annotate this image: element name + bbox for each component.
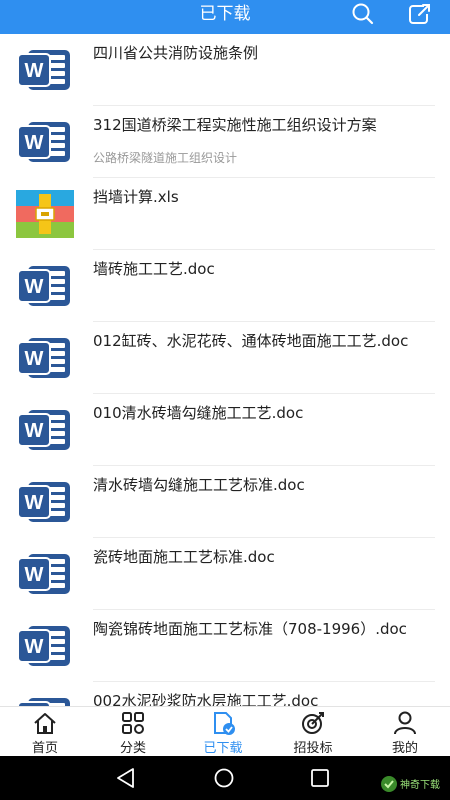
file-title: 墙砖施工工艺.doc — [93, 260, 215, 278]
tab-downloaded[interactable]: 已下载 — [178, 707, 268, 757]
file-title: 挡墙计算.xls — [93, 188, 179, 206]
svg-text:W: W — [25, 420, 44, 442]
svg-text:W: W — [25, 60, 44, 82]
tab-category[interactable]: 分类 — [88, 707, 178, 757]
tab-label: 已下载 — [203, 741, 243, 756]
tab-label: 我的 — [391, 741, 418, 756]
file-title: 010清水砖墙勾缝施工工艺.doc — [93, 404, 304, 422]
svg-text:W: W — [25, 348, 44, 370]
list-item[interactable]: W 010清水砖墙勾缝施工工艺.doc — [0, 394, 450, 466]
downloaded-file-list[interactable]: W 四川省公共消防设施条例 W 312国道桥梁工程实施性施工组织设计方案公路桥梁隧道施… — [0, 34, 450, 706]
list-item[interactable]: W 012缸砖、水泥花砖、通体砖地面施工工艺.doc — [0, 322, 450, 394]
page-title: 已下载 — [199, 4, 251, 24]
archive-file-icon — [16, 190, 76, 238]
home-icon — [34, 713, 56, 734]
list-item[interactable]: W 陶瓷锦砖地面施工工艺标准（708-1996）.doc — [0, 610, 450, 682]
file-title: 012缸砖、水泥花砖、通体砖地面施工工艺.doc — [93, 332, 409, 350]
file-subtitle: 公路桥梁隧道施工组织设计 — [93, 151, 238, 165]
word-file-icon: W — [16, 406, 76, 454]
word-file-icon: W — [16, 118, 76, 166]
file-title: 陶瓷锦砖地面施工工艺标准（708-1996）.doc — [93, 620, 407, 638]
tab-bidding[interactable]: 招投标 — [268, 707, 358, 757]
tab-label: 首页 — [31, 741, 58, 756]
brand-logo-icon — [381, 776, 397, 792]
search-icon[interactable] — [350, 2, 376, 26]
list-item[interactable]: W 312国道桥梁工程实施性施工组织设计方案公路桥梁隧道施工组织设计 — [0, 106, 450, 178]
category-icon — [122, 712, 144, 734]
list-item[interactable]: W 瓷砖地面施工工艺标准.doc — [0, 538, 450, 610]
tab-home[interactable]: 首页 — [0, 707, 90, 757]
profile-icon — [394, 711, 416, 735]
file-title: 312国道桥梁工程实施性施工组织设计方案 — [93, 116, 377, 134]
word-file-icon: W — [16, 622, 76, 670]
list-item[interactable]: W 四川省公共消防设施条例 — [0, 34, 450, 106]
tab-label: 招投标 — [293, 741, 333, 756]
list-item[interactable]: W 清水砖墙勾缝施工工艺标准.doc — [0, 466, 450, 538]
svg-text:W: W — [25, 636, 44, 658]
brand-watermark: 神奇下载 — [378, 774, 448, 796]
word-file-icon: W — [16, 478, 76, 526]
recents-nav-icon[interactable] — [308, 767, 332, 789]
svg-text:W: W — [25, 492, 44, 514]
word-file-icon: W — [16, 46, 76, 94]
list-item[interactable]: W 墙砖施工工艺.doc — [0, 250, 450, 322]
brand-watermark-text: 神奇下载 — [400, 780, 440, 791]
back-nav-icon[interactable] — [114, 767, 138, 789]
list-item[interactable]: W 002水泥砂浆防水层施工工艺.doc — [0, 682, 450, 706]
share-icon[interactable] — [407, 2, 433, 26]
file-title: 四川省公共消防设施条例 — [93, 44, 259, 62]
file-title: 瓷砖地面施工工艺标准.doc — [93, 548, 275, 566]
word-file-icon: W — [16, 262, 76, 310]
tab-label: 分类 — [119, 741, 146, 756]
svg-text:W: W — [25, 564, 44, 586]
header-bar: 已下载 — [0, 0, 450, 34]
downloaded-icon — [214, 712, 235, 735]
file-title: 002水泥砂浆防水层施工工艺.doc — [93, 692, 319, 706]
tab-profile[interactable]: 我的 — [360, 707, 450, 757]
file-title: 清水砖墙勾缝施工工艺标准.doc — [93, 476, 305, 494]
word-file-icon: W — [16, 334, 76, 382]
word-file-icon: W — [16, 694, 76, 706]
list-item[interactable]: 挡墙计算.xls — [0, 178, 450, 250]
home-nav-icon[interactable] — [212, 767, 236, 789]
svg-text:W: W — [25, 276, 44, 298]
word-file-icon: W — [16, 550, 76, 598]
bidding-icon — [302, 712, 324, 734]
bottom-tab-bar: 首页 分类 已下载 招投标 我的 — [0, 706, 450, 757]
svg-text:W: W — [25, 132, 44, 154]
